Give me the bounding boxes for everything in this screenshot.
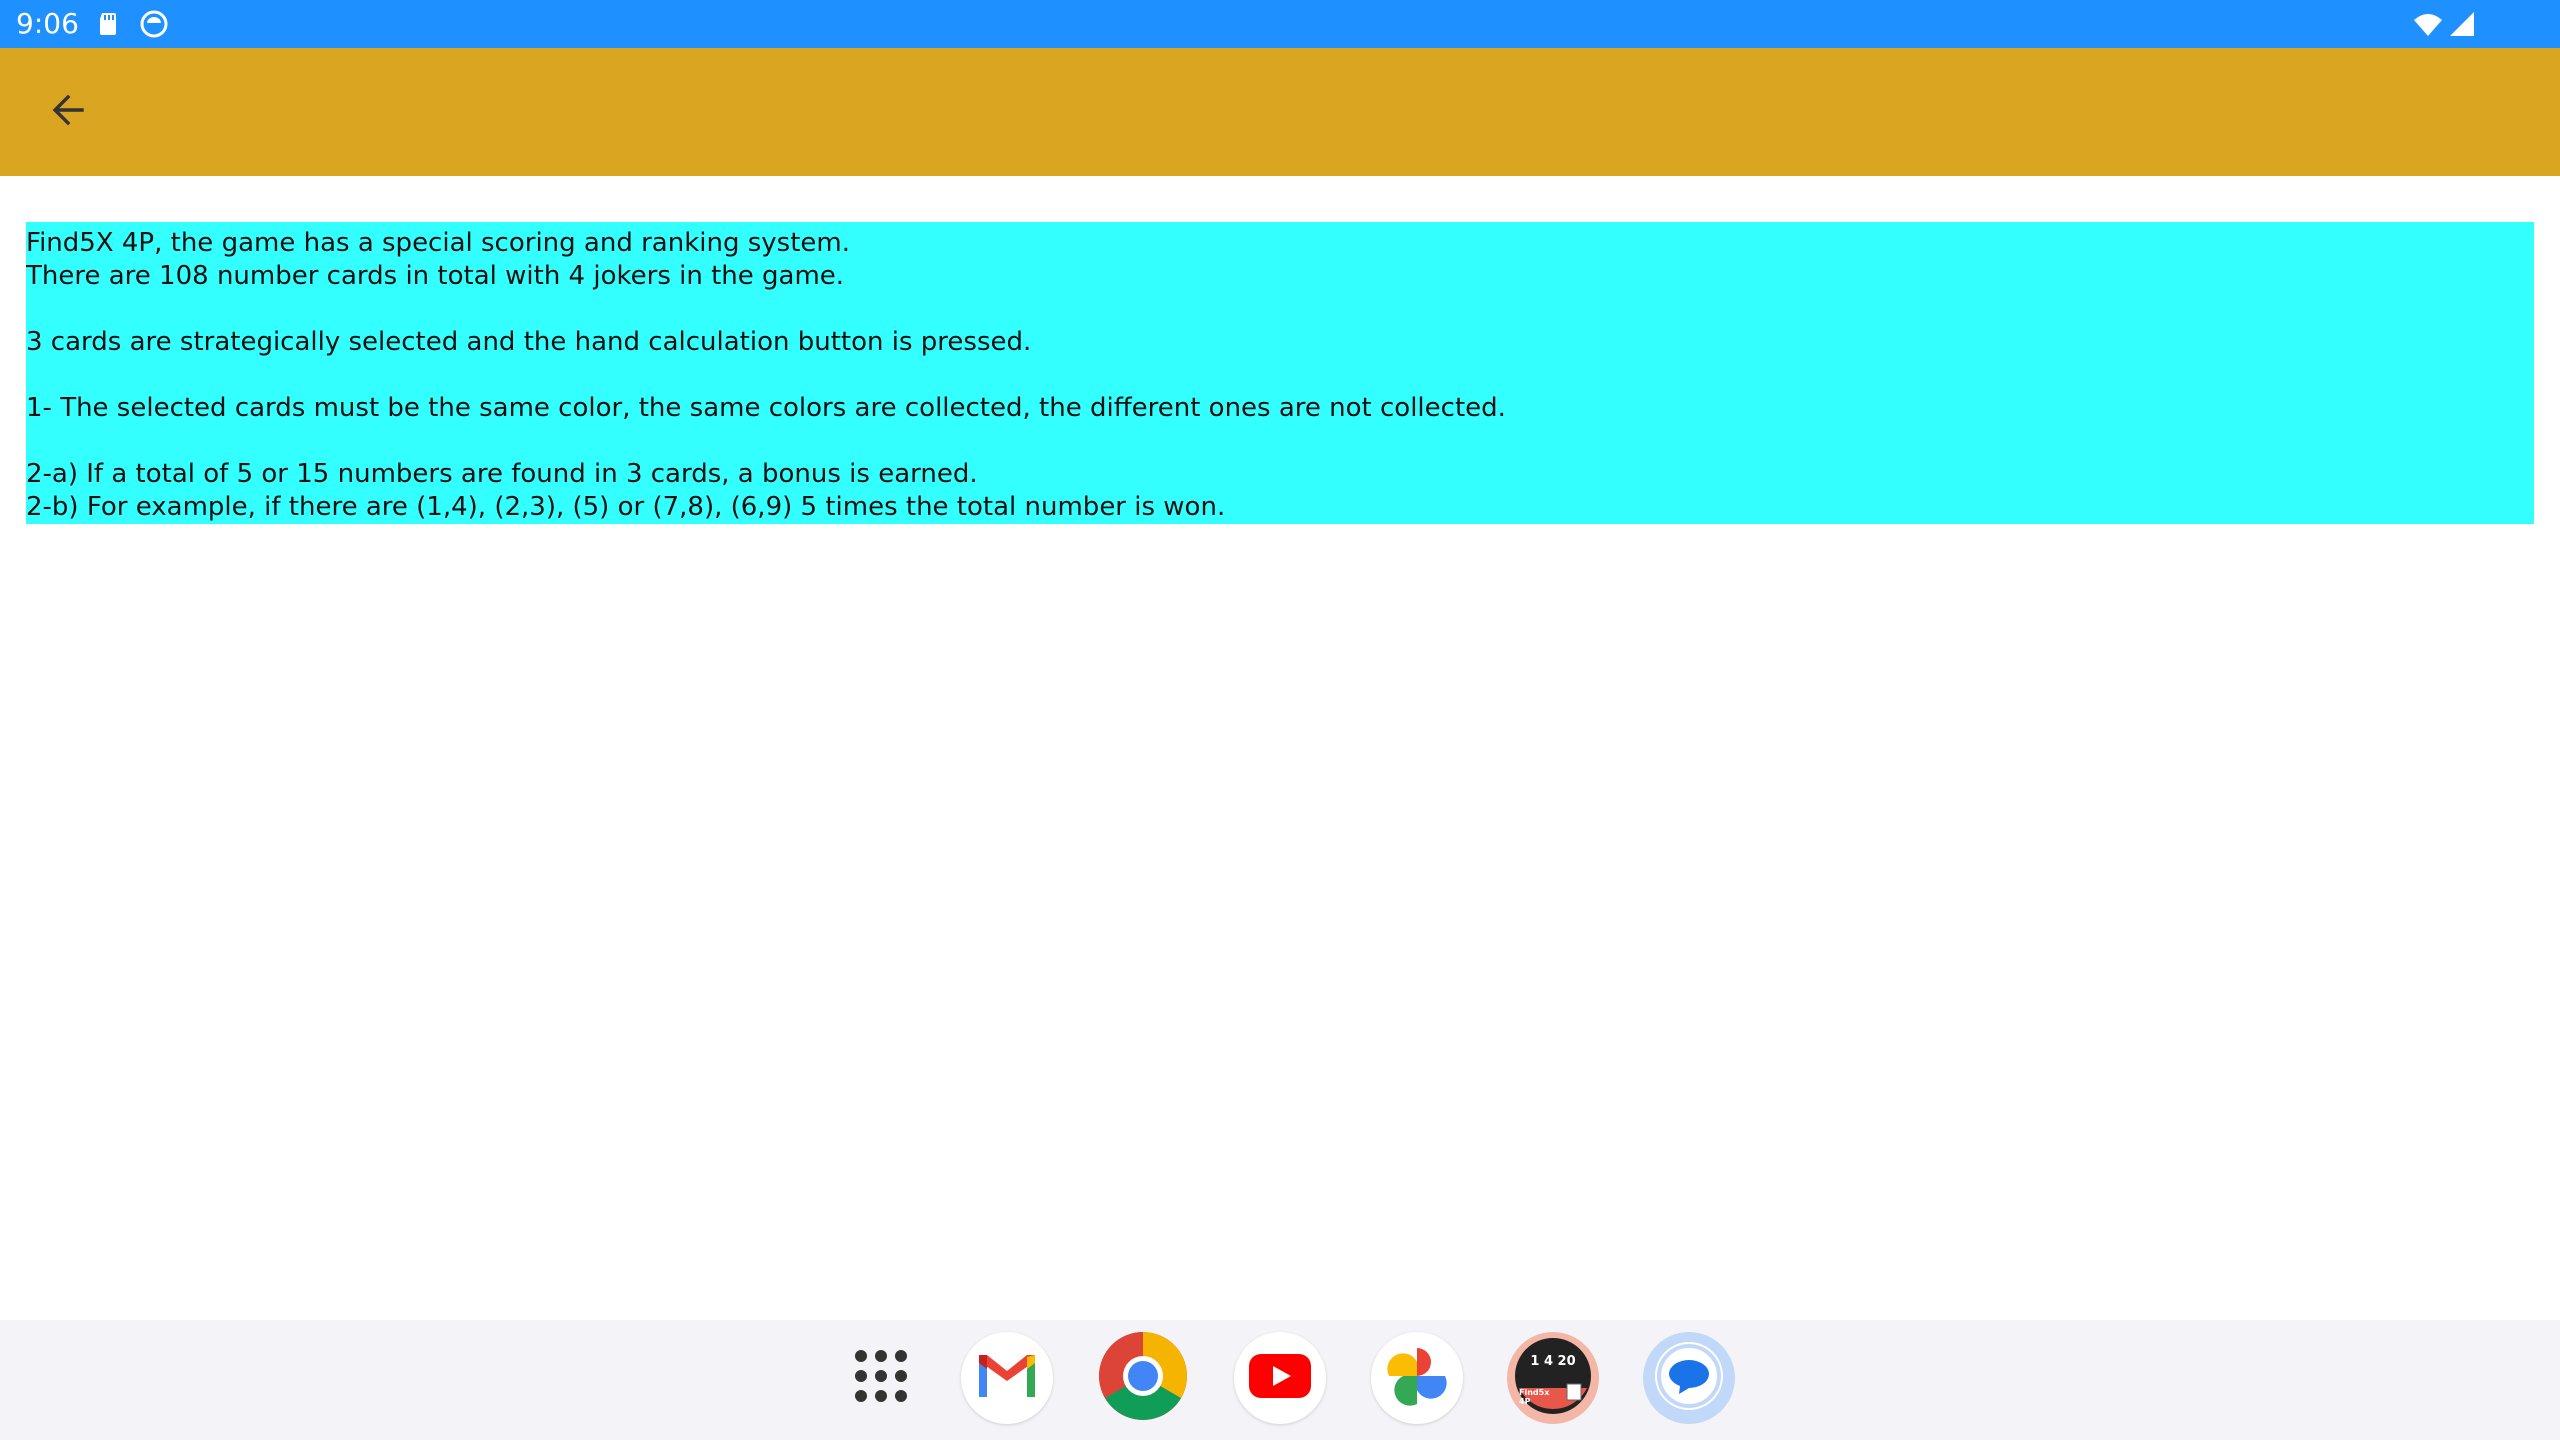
find5x-game-icon bbox=[1513, 1336, 1593, 1421]
gmail-icon bbox=[975, 1351, 1039, 1406]
cell-signal-icon bbox=[2446, 8, 2478, 40]
app-notification-icon bbox=[138, 8, 170, 40]
find5x-icon-top-label: 1 4 20 bbox=[1530, 1354, 1576, 1369]
status-bar: 9:06 bbox=[0, 0, 2560, 48]
status-time: 9:06 bbox=[16, 7, 79, 40]
photos-icon bbox=[1385, 1344, 1449, 1413]
app-drawer-button[interactable] bbox=[835, 1332, 927, 1424]
rules-text-box: Find5X 4P, the game has a special scorin… bbox=[26, 222, 2534, 524]
app-drawer-icon bbox=[851, 1346, 911, 1411]
find5x-app-button[interactable]: 1 4 20 Find5x 4P bbox=[1507, 1332, 1599, 1424]
arrow-back-icon bbox=[48, 90, 88, 135]
wifi-icon bbox=[2412, 8, 2444, 40]
gmail-app-button[interactable] bbox=[961, 1332, 1053, 1424]
youtube-icon bbox=[1249, 1353, 1311, 1403]
messages-icon bbox=[1649, 1336, 1729, 1421]
app-bar bbox=[0, 48, 2560, 176]
sd-card-icon bbox=[92, 8, 124, 40]
chrome-app-button[interactable] bbox=[1097, 1330, 1189, 1427]
messages-app-button[interactable] bbox=[1643, 1332, 1735, 1424]
chrome-icon bbox=[1097, 1330, 1189, 1427]
rules-text: Find5X 4P, the game has a special scorin… bbox=[26, 228, 1506, 522]
youtube-app-button[interactable] bbox=[1234, 1332, 1326, 1424]
back-button[interactable] bbox=[36, 80, 100, 144]
find5x-icon-bottom-label: Find5x 4P bbox=[1519, 1388, 1550, 1406]
photos-app-button[interactable] bbox=[1371, 1332, 1463, 1424]
dock: 1 4 20 Find5x 4P bbox=[0, 1320, 2560, 1440]
